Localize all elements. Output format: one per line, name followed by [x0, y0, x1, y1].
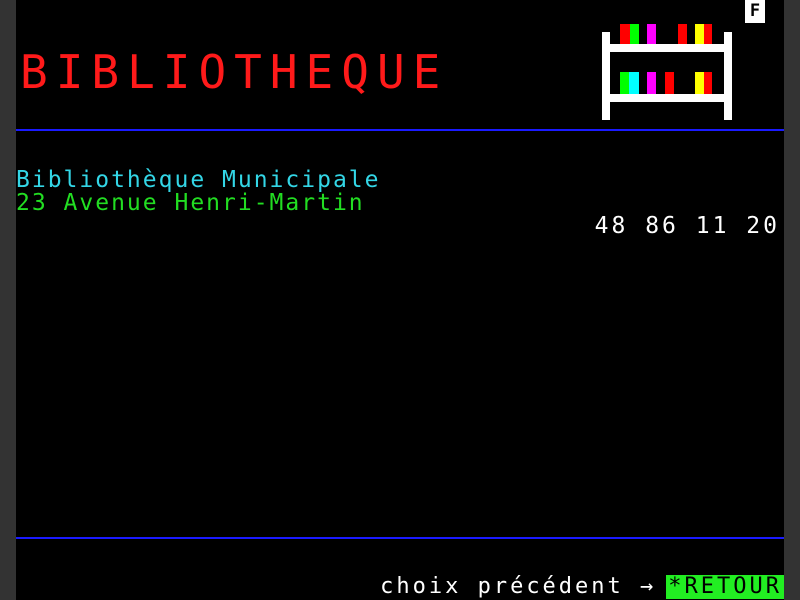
lower-books	[620, 72, 712, 94]
book	[695, 72, 704, 94]
service-badge: F	[745, 0, 765, 23]
minitel-screen: BIBLIOTHEQUE F Bibliothèque Municipale 2…	[16, 0, 784, 600]
book	[630, 24, 639, 44]
book	[620, 72, 629, 94]
bookshelf-icon	[602, 24, 732, 120]
book	[620, 24, 630, 44]
book	[704, 24, 712, 44]
upper-books	[620, 24, 712, 44]
library-address: 23 Avenue Henri-Martin	[16, 190, 365, 216]
book	[647, 24, 656, 44]
top-divider	[16, 129, 784, 131]
book	[704, 72, 712, 94]
retour-button[interactable]: *RETOUR	[666, 575, 784, 599]
library-name: Bibliothèque Municipale	[16, 167, 381, 193]
book	[629, 72, 639, 94]
previous-choice-label: choix précédent →	[380, 574, 657, 599]
book	[665, 72, 674, 94]
page-title: BIBLIOTHEQUE	[20, 45, 449, 99]
library-phone: 48 86 11 20	[594, 213, 780, 239]
book	[678, 24, 687, 44]
book	[647, 72, 656, 94]
book	[695, 24, 704, 44]
bottom-divider	[16, 537, 784, 539]
footer-nav: choix précédent → *RETOUR	[380, 575, 784, 599]
